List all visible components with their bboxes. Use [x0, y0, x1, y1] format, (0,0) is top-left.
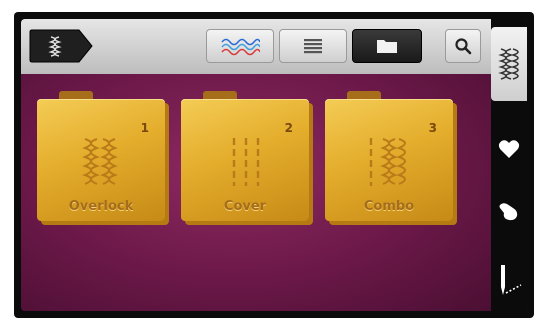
top-toolbar — [21, 19, 491, 74]
sidebar-item-stitch-settings[interactable] — [491, 257, 527, 305]
folder-body: 1 Overlock — [37, 99, 165, 221]
folder-icon — [377, 40, 397, 53]
stitch-preview-view-button[interactable] — [206, 29, 274, 63]
folder-body: 2 Cover — [181, 99, 309, 221]
search-icon — [455, 38, 472, 55]
folder-number: 1 — [140, 121, 149, 135]
wave-stitch-icon — [221, 38, 260, 56]
needle-icon — [501, 265, 522, 295]
tag-shape — [29, 29, 93, 63]
folder-combo[interactable]: 3 Combo — [325, 91, 461, 221]
list-icon — [304, 39, 322, 54]
sidebar-item-stitch-menu[interactable] — [491, 27, 527, 101]
overlock-stitch-icon — [82, 138, 118, 185]
folder-label: Cover — [223, 199, 267, 214]
hand-icon — [499, 203, 518, 221]
combo-stitch-icon — [369, 138, 406, 186]
folder-label: Combo — [363, 199, 415, 214]
stitch-folder-area: 1 Overlock 2 Cover 3 Combo — [21, 74, 491, 311]
folder-overlock[interactable]: 1 Overlock — [37, 91, 173, 221]
folder-number: 3 — [428, 121, 437, 135]
sidebar-item-personal[interactable] — [491, 187, 527, 235]
cover-stitch-icon — [232, 138, 260, 186]
heart-icon — [498, 140, 520, 158]
right-sidebar — [491, 19, 527, 311]
screen: 1 Overlock 2 Cover 3 Combo — [21, 19, 527, 311]
folder-cover[interactable]: 2 Cover — [181, 91, 317, 221]
sidebar-item-favorites[interactable] — [491, 125, 527, 173]
folder-number: 2 — [284, 121, 293, 135]
category-tag-button[interactable] — [29, 29, 93, 63]
folder-label: Overlock — [68, 199, 134, 214]
device-frame: 1 Overlock 2 Cover 3 Combo — [14, 12, 534, 318]
search-button[interactable] — [445, 29, 481, 63]
stitch-menu-icon — [498, 48, 519, 80]
folder-view-button[interactable] — [352, 29, 422, 63]
list-view-button[interactable] — [279, 29, 347, 63]
folder-body: 3 Combo — [325, 99, 453, 221]
